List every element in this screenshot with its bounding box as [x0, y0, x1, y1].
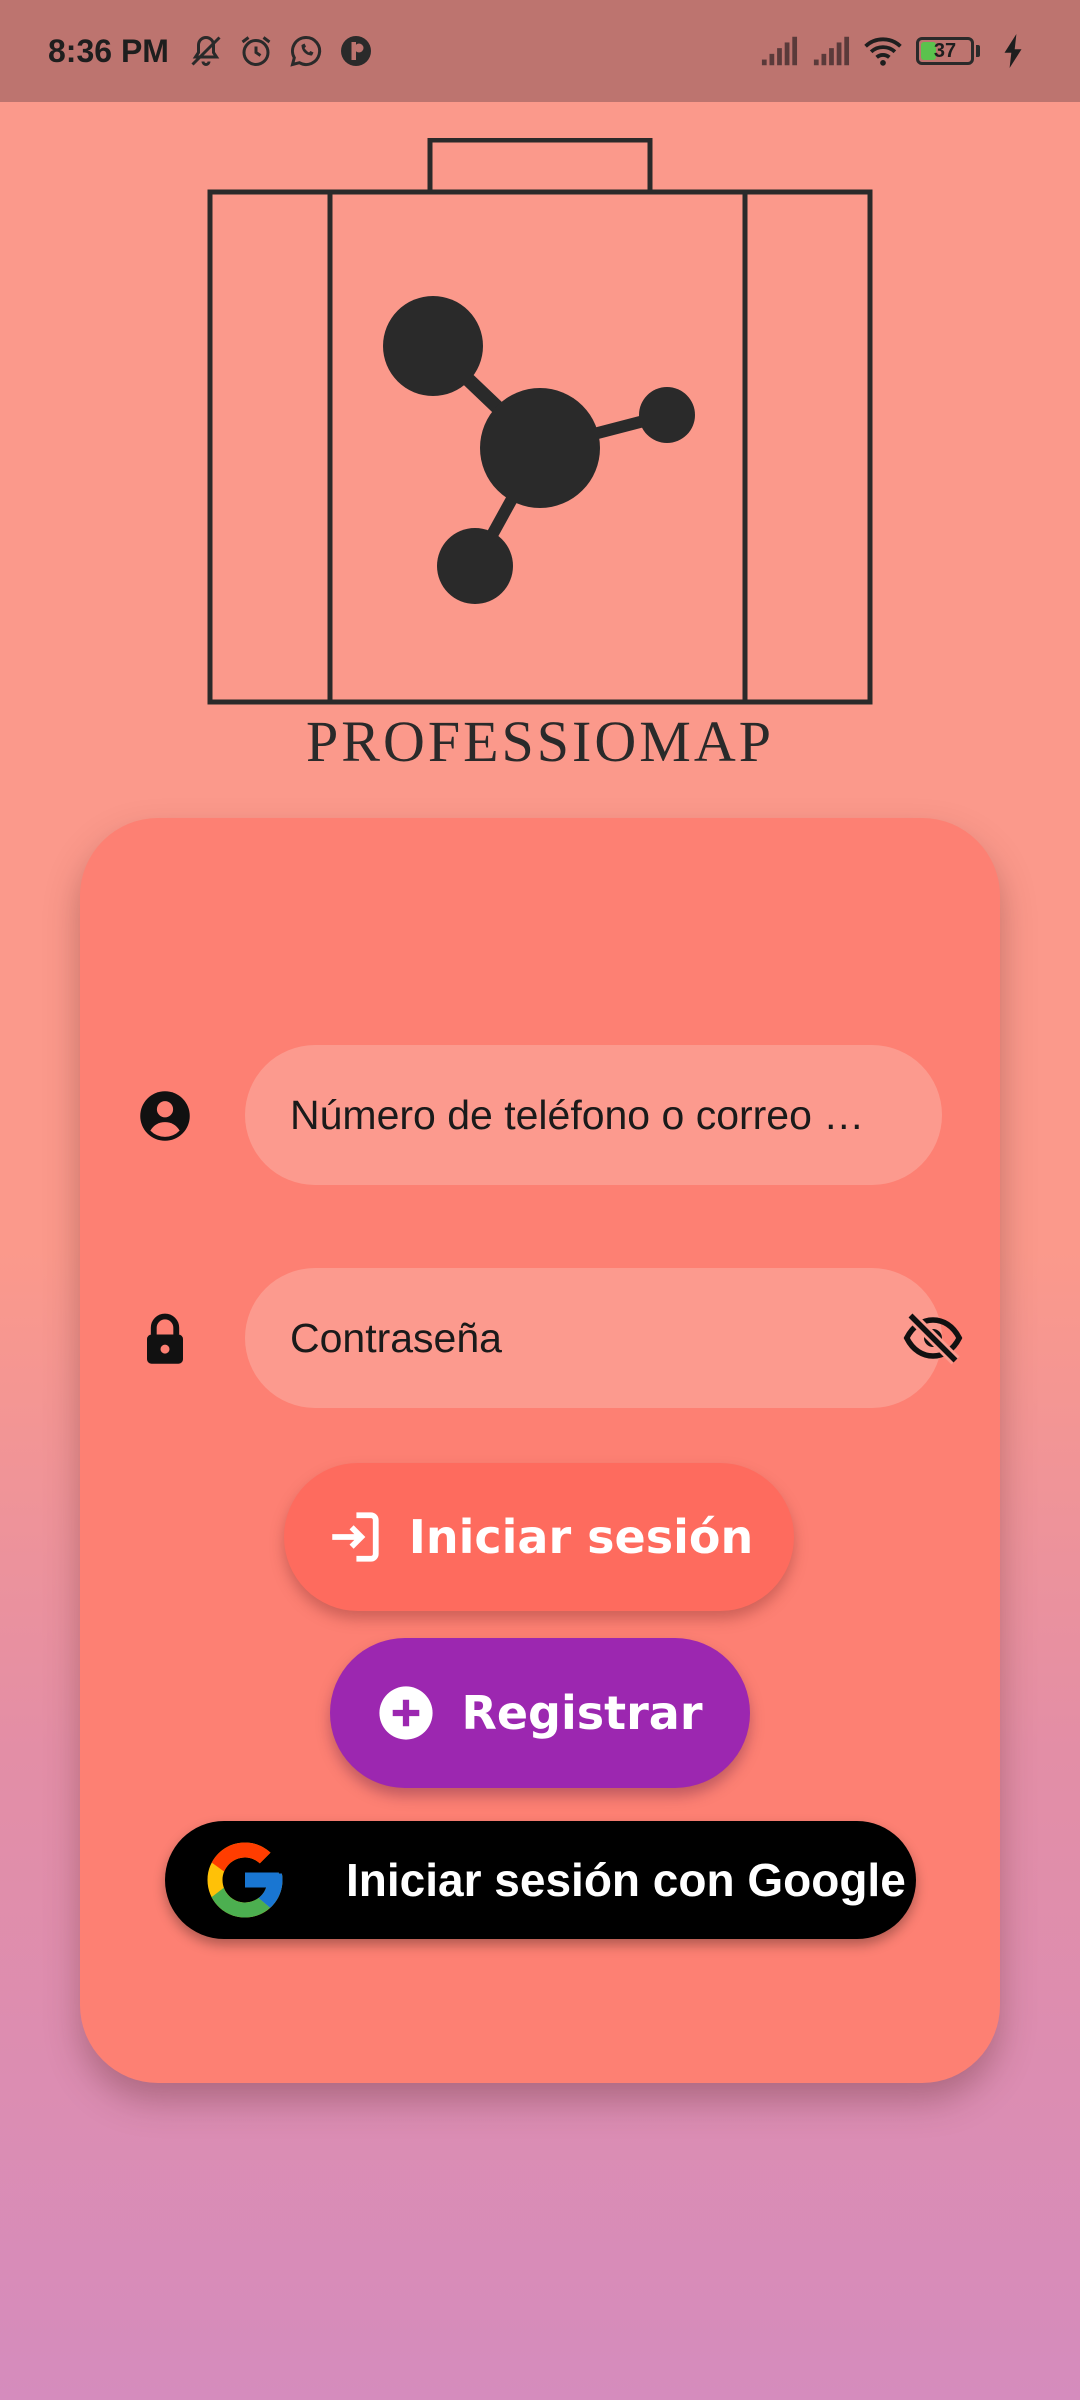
briefcase-logo-icon — [207, 138, 873, 705]
wifi-icon — [864, 32, 902, 70]
login-card: Número de teléfono o correo … Contraseña… — [80, 818, 1000, 2083]
brand-name: PROFESSIOMAP — [306, 709, 774, 774]
register-label: Registrar — [461, 1686, 703, 1740]
account-circle-icon — [140, 1091, 190, 1141]
battery-nub — [976, 45, 980, 57]
username-row: Número de teléfono o correo … — [80, 1045, 1000, 1185]
status-icons-right: 37 — [760, 32, 1032, 70]
lock-icon — [147, 1313, 183, 1364]
alarm-icon — [237, 32, 275, 70]
battery-level: 37 — [933, 39, 957, 62]
add-circle-icon — [379, 1686, 434, 1740]
signal-icon — [812, 32, 850, 70]
status-icons-left — [187, 32, 375, 70]
login-icon — [332, 1512, 379, 1562]
register-button[interactable]: Registrar — [330, 1638, 750, 1788]
status-bar: 8:36 PM 37 — [0, 0, 1080, 102]
login-label: Iniciar sesión — [408, 1510, 754, 1564]
mute-icon — [187, 32, 225, 70]
signal-icon — [760, 32, 798, 70]
username-placeholder: Número de teléfono o correo … — [290, 1091, 865, 1138]
battery-icon: 37 — [916, 37, 974, 65]
password-field[interactable]: Contraseña — [245, 1268, 942, 1408]
whatsapp-icon — [287, 32, 325, 70]
google-signin-button[interactable]: Iniciar sesión con Google — [165, 1821, 916, 1939]
status-time: 8:36 PM — [48, 32, 169, 69]
visibility-off-icon[interactable] — [902, 1308, 964, 1368]
charging-icon — [994, 32, 1032, 70]
google-icon — [207, 1842, 283, 1918]
google-label: Iniciar sesión con Google — [346, 1854, 906, 1906]
username-field[interactable]: Número de teléfono o correo … — [245, 1045, 942, 1185]
app-icon — [337, 32, 375, 70]
password-placeholder: Contraseña — [290, 1314, 502, 1361]
password-row: Contraseña — [80, 1268, 1000, 1408]
login-button[interactable]: Iniciar sesión — [284, 1463, 794, 1611]
